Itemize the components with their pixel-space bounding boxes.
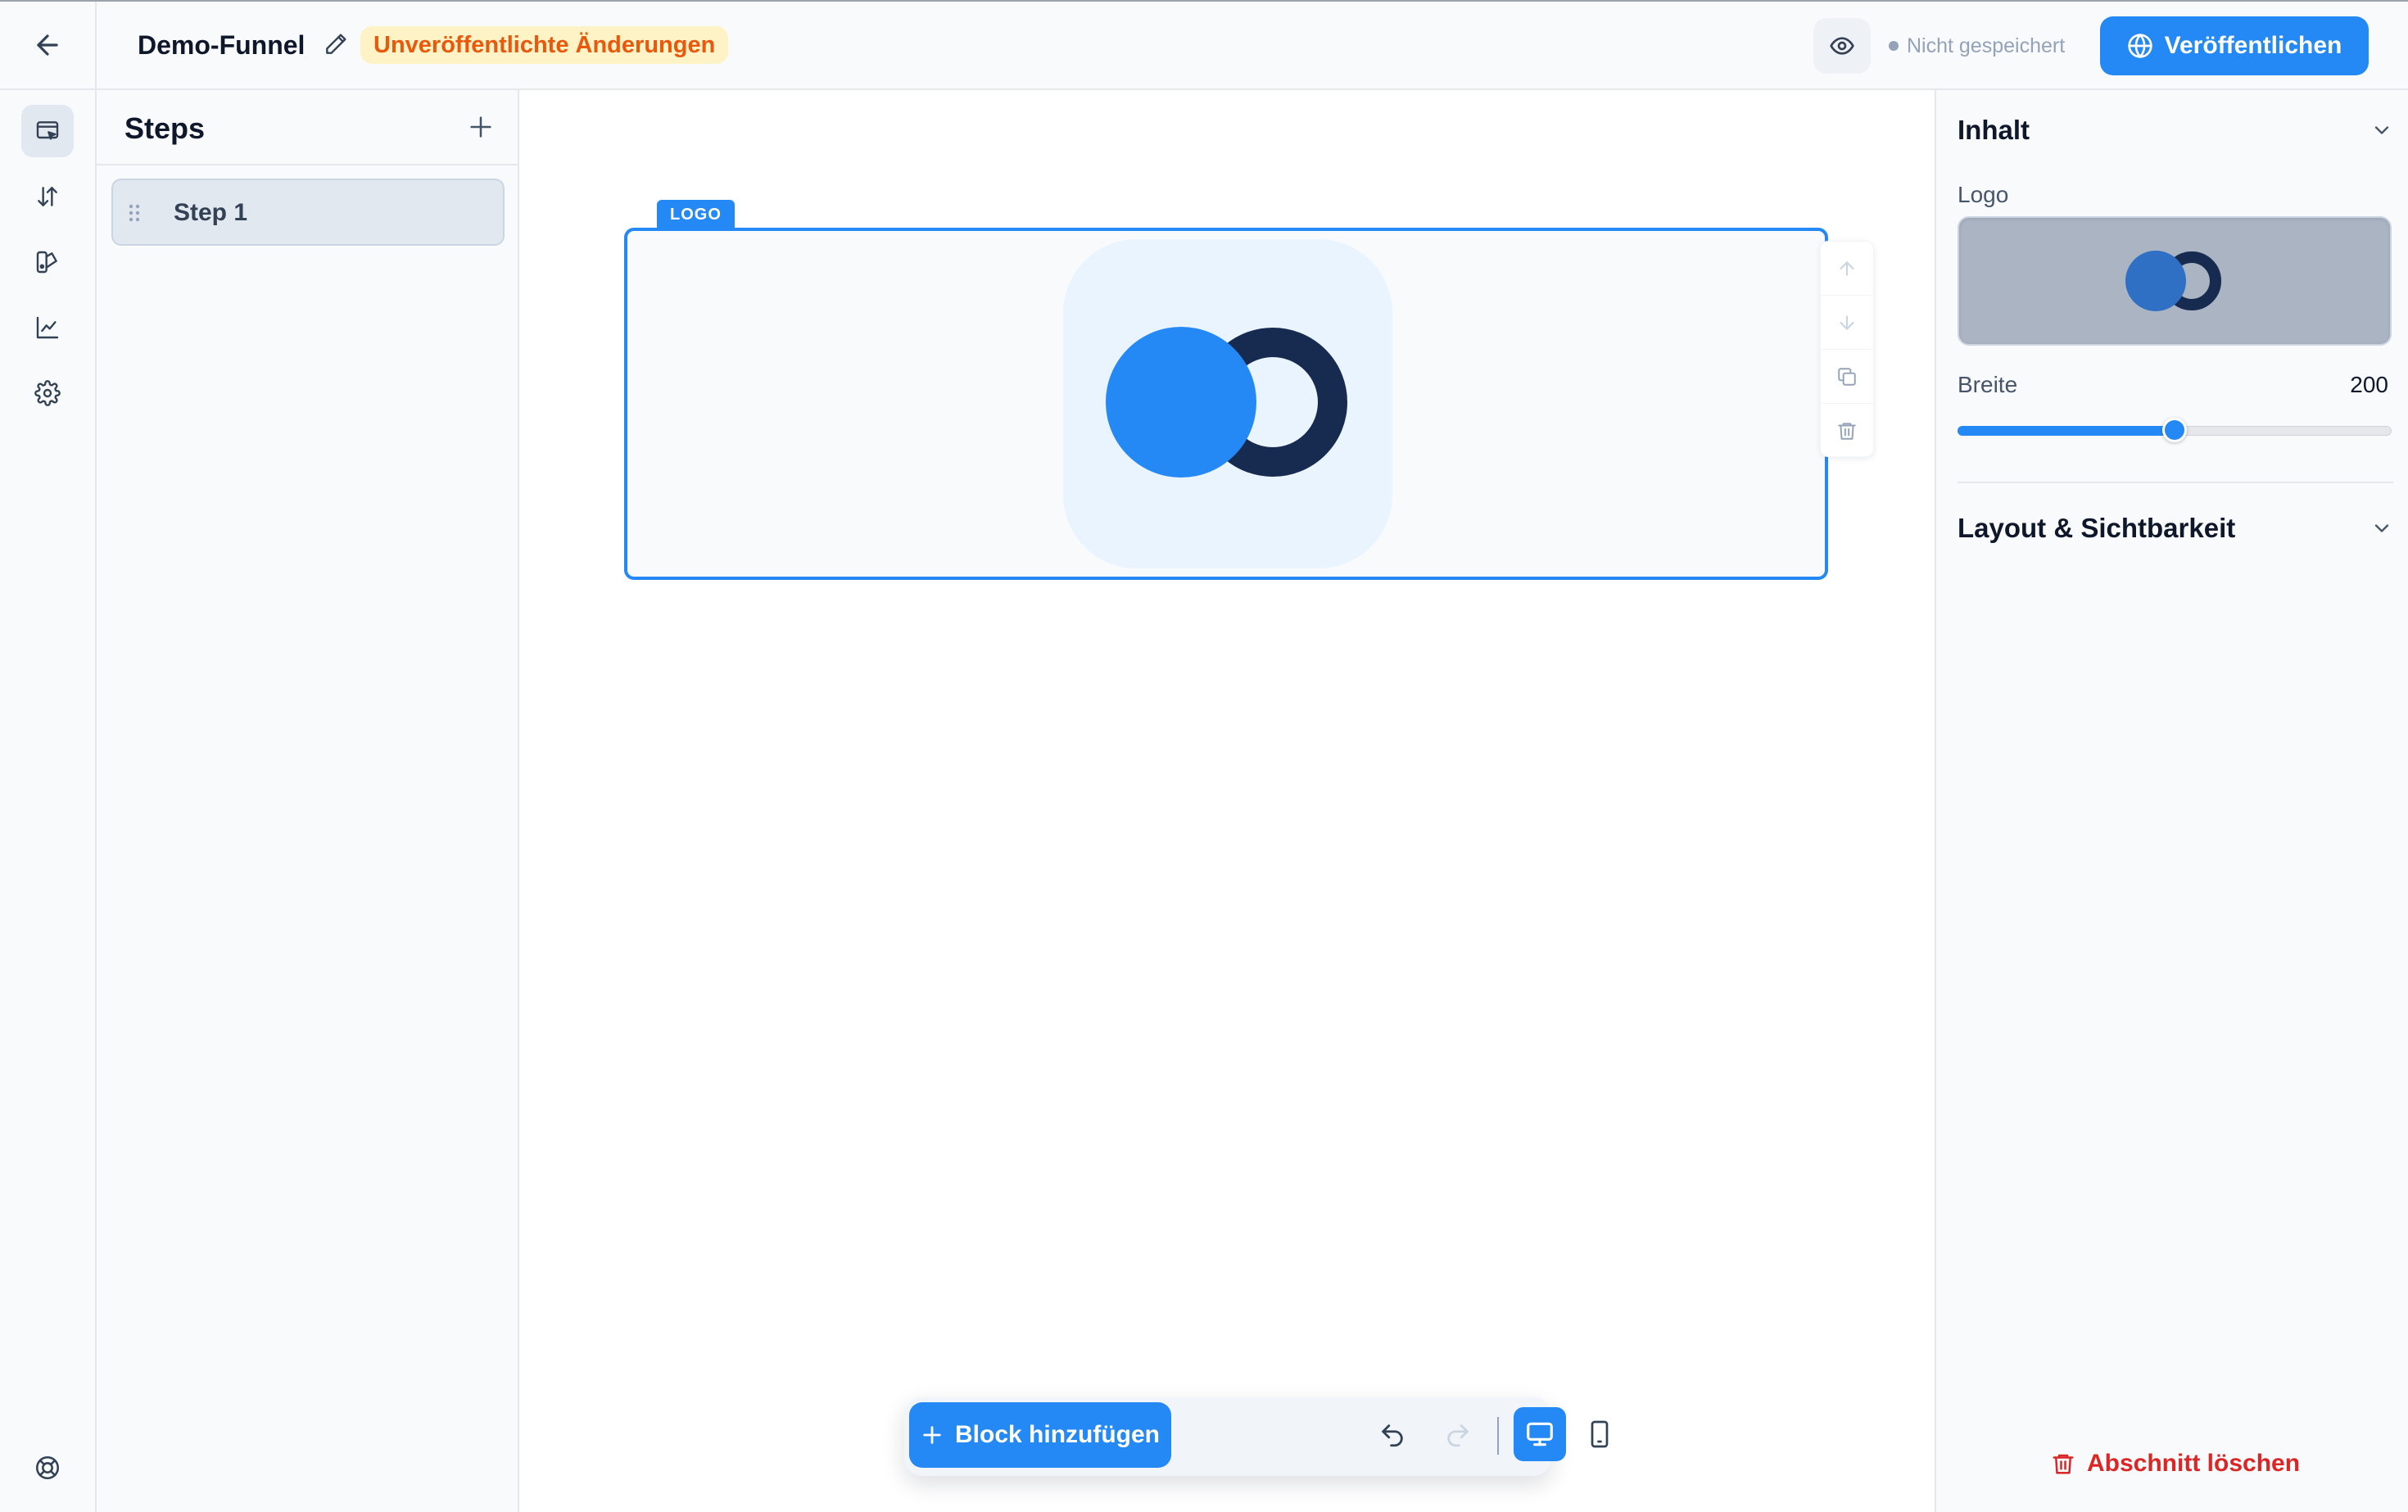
device-mobile-button[interactable]	[1576, 1407, 1623, 1461]
rail-item-sort[interactable]	[21, 170, 74, 223]
logo-field-label: Logo	[1958, 182, 2009, 207]
layout-section-toggle[interactable]: Layout & Sichtbarkeit	[1958, 509, 2393, 547]
page-editor-icon	[34, 118, 61, 144]
properties-panel: Inhalt Logo Breite 200 Layout & Sichtbar…	[1935, 90, 2408, 1512]
publish-button[interactable]: Veröffentlichen	[2100, 16, 2369, 75]
logo-upload-preview[interactable]	[1958, 216, 2392, 346]
duplicate-icon	[1838, 367, 1856, 386]
step-item[interactable]: Step 1	[111, 179, 505, 246]
toolbar-divider	[1497, 1417, 1499, 1455]
trash-icon	[2053, 1454, 2074, 1474]
chevron-down-icon	[2374, 126, 2389, 134]
editor-canvas: LOGO Block hinzufügen	[519, 90, 1935, 1512]
step-label: Step 1	[174, 199, 248, 226]
undo-button[interactable]	[1373, 1415, 1412, 1455]
content-section-toggle[interactable]: Inhalt	[1958, 111, 2393, 149]
content-section-title: Inhalt	[1958, 115, 2030, 145]
rail-item-settings[interactable]	[21, 367, 74, 419]
mobile-icon	[1591, 1420, 1609, 1448]
logo-image	[1063, 239, 1392, 568]
delete-block-button[interactable]	[1821, 404, 1873, 458]
undo-icon	[1382, 1424, 1403, 1447]
brand-logo-icon	[2125, 251, 2221, 311]
duplicate-block-button[interactable]	[1821, 350, 1873, 404]
left-icon-rail	[0, 90, 97, 1512]
arrow-down-icon	[1840, 315, 1854, 330]
drag-handle-icon[interactable]	[128, 203, 141, 223]
slider-fill	[1958, 426, 2175, 436]
brand-logo-icon	[1106, 327, 1347, 478]
delete-section-button[interactable]: Abschnitt löschen	[2051, 1445, 2300, 1483]
plus-icon	[923, 1426, 941, 1444]
arrow-left-icon	[32, 29, 63, 61]
move-block-up-button[interactable]	[1821, 242, 1873, 296]
redo-button[interactable]	[1438, 1415, 1478, 1455]
chevron-down-icon	[2374, 524, 2389, 532]
rail-item-help[interactable]	[21, 1442, 74, 1494]
redo-icon	[1447, 1424, 1469, 1447]
width-value: 200	[2350, 372, 2388, 397]
add-step-button[interactable]	[467, 113, 496, 143]
steps-panel: Steps Step 1	[97, 90, 519, 1512]
canvas-floating-toolbar: Block hinzufügen	[904, 1397, 1609, 1476]
width-field-label: Breite	[1958, 372, 2018, 397]
trash-icon	[1838, 423, 1856, 440]
arrow-up-icon	[1840, 260, 1854, 276]
selected-block-tag: LOGO	[657, 200, 735, 229]
width-slider[interactable]	[1958, 418, 2392, 442]
slider-thumb[interactable]	[2162, 418, 2187, 442]
save-status: Nicht gespeichert	[1889, 31, 2065, 61]
add-block-label: Block hinzufügen	[955, 1421, 1160, 1448]
device-desktop-button[interactable]	[1514, 1407, 1566, 1461]
move-block-down-button[interactable]	[1821, 296, 1873, 350]
pencil-icon[interactable]	[323, 31, 351, 59]
settings-gear-icon	[34, 380, 61, 406]
funnel-name: Demo-Funnel	[138, 30, 306, 60]
globe-icon	[2127, 33, 2153, 59]
rail-item-editor[interactable]	[21, 105, 74, 157]
section-divider	[1958, 482, 2393, 483]
eye-icon	[1829, 33, 1855, 59]
rail-item-design[interactable]	[21, 236, 74, 288]
save-status-dot	[1889, 41, 1899, 51]
block-action-toolbar	[1820, 241, 1874, 457]
publish-label: Veröffentlichen	[2164, 32, 2342, 59]
add-block-button[interactable]: Block hinzufügen	[909, 1402, 1171, 1468]
desktop-icon	[1527, 1422, 1553, 1446]
layout-section-title: Layout & Sichtbarkeit	[1958, 513, 2236, 543]
save-status-text: Nicht gespeichert	[1907, 34, 2066, 57]
steps-title: Steps	[124, 111, 206, 145]
sort-arrows-icon	[34, 183, 61, 210]
editor-header: Demo-Funnel Unveröffentlichte Änderungen…	[0, 2, 2408, 90]
plus-icon	[470, 116, 491, 138]
back-button[interactable]	[0, 2, 97, 88]
steps-header: Steps	[97, 90, 518, 165]
unpublished-changes-badge: Unveröffentlichte Änderungen	[360, 26, 729, 64]
preview-button[interactable]	[1813, 18, 1871, 74]
analytics-chart-icon	[34, 315, 61, 341]
logo-block[interactable]	[624, 228, 1828, 580]
rail-item-analytics[interactable]	[21, 301, 74, 354]
design-palette-icon	[34, 249, 61, 275]
delete-section-label: Abschnitt löschen	[2087, 1450, 2301, 1477]
help-lifebuoy-icon	[34, 1454, 61, 1482]
